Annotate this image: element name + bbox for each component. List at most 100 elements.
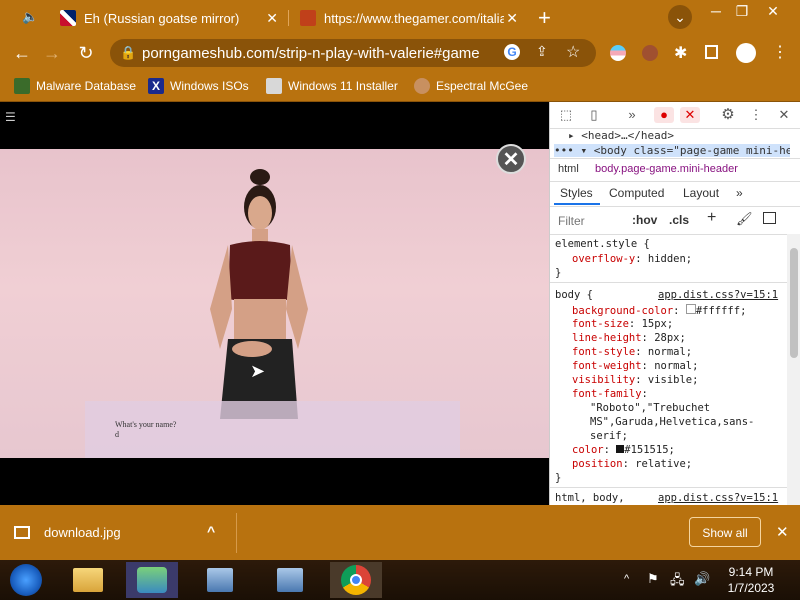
dom-node-head[interactable]: ▸ <head>…</head> [568, 129, 674, 142]
dialog-box[interactable]: What's your name? d [85, 401, 460, 458]
extension-avatar-icon[interactable] [642, 45, 658, 61]
taskbar-app-2[interactable] [126, 562, 178, 598]
style-declaration[interactable]: font-weight: normal; [572, 360, 698, 372]
dialog-answer-input[interactable]: d [115, 430, 119, 439]
new-rule-icon[interactable]: + [707, 209, 716, 227]
taskbar-chrome[interactable] [330, 562, 382, 598]
forward-button[interactable]: → [42, 43, 62, 63]
error-count-icon[interactable]: ● [654, 107, 674, 123]
devtools-close-icon[interactable]: ✕ [776, 107, 792, 123]
cls-toggle[interactable]: .cls [669, 213, 689, 227]
tab-more[interactable]: » [736, 186, 743, 200]
chrome-menu-icon[interactable]: ⋮ [772, 42, 788, 62]
dom-node-body[interactable]: ••• ▾ <body class="page-game mini-hea [554, 144, 790, 157]
color-swatch-icon[interactable] [685, 304, 696, 314]
start-button[interactable] [0, 562, 52, 598]
prop-value: #ffffff; [695, 305, 747, 317]
scrollbar-thumb[interactable] [790, 248, 798, 358]
style-declaration[interactable]: position: relative; [572, 458, 692, 470]
extensions-puzzle-icon[interactable]: ✱ [674, 43, 687, 63]
minimize-button[interactable]: ─ [703, 0, 729, 22]
prop-name: color [572, 444, 604, 456]
game-close-button[interactable]: ✕ [496, 144, 526, 174]
body-source-link[interactable]: app.dist.css?v=15:1 [658, 289, 778, 301]
windows-installer-icon [266, 78, 282, 94]
bookmark-windows-isos[interactable]: X Windows ISOs [148, 77, 249, 95]
more-tabs-icon[interactable]: » [624, 107, 640, 123]
bookmark-malware-database[interactable]: Malware Database [14, 77, 136, 95]
style-declaration[interactable]: font-style: normal; [572, 346, 692, 358]
prop-value: 28px; [654, 332, 686, 344]
tab-1-close-icon[interactable]: ✕ [266, 10, 278, 27]
network-icon[interactable]: 🖧 [670, 571, 685, 593]
new-tab-button[interactable]: + [538, 5, 551, 31]
browser-toolbar: ← → ↻ 🔒 porngameshub.com/strip-n-play-wi… [0, 35, 800, 71]
back-button[interactable]: ← [12, 43, 32, 63]
tray-expand-icon[interactable]: ^ [624, 573, 629, 585]
bookmark-label: Windows 11 Installer [288, 79, 398, 93]
style-declaration[interactable]: background-color: #ffffff; [572, 304, 746, 317]
paint-brush-icon[interactable]: 🖌 [736, 211, 753, 227]
download-bar: download.jpg ^ Show all ✕ [0, 505, 800, 560]
game-canvas[interactable]: ➤ What's your name? d [0, 149, 549, 458]
next-selector: html, body, [555, 492, 625, 504]
styles-filter-input[interactable] [556, 212, 624, 230]
style-declaration[interactable]: visibility: visible; [572, 374, 698, 386]
devtools-menu-icon[interactable]: ⋮ [748, 107, 764, 123]
style-declaration[interactable]: line-height: 28px; [572, 332, 686, 344]
tab-computed[interactable]: Computed [609, 186, 664, 200]
extension-flag-icon[interactable] [610, 45, 626, 61]
reload-button[interactable]: ↻ [76, 43, 96, 63]
settings-gear-icon[interactable]: ⚙ [720, 107, 736, 123]
breadcrumb-body[interactable]: body.page-game.mini-header [595, 163, 738, 175]
close-window-button[interactable]: ✕ [760, 0, 786, 22]
lock-icon[interactable]: 🔒 [120, 45, 136, 61]
hov-toggle[interactable]: :hov [632, 213, 657, 227]
action-center-flag-icon[interactable]: ⚑ [647, 571, 659, 587]
style-declaration[interactable]: color: #151515; [572, 444, 675, 456]
next-source-link[interactable]: app.dist.css?v=15:1 [658, 492, 778, 504]
tab-1[interactable]: Eh (Russian goatse mirror) ✕ [50, 4, 286, 32]
show-all-button[interactable]: Show all [689, 517, 761, 547]
style-declaration[interactable]: overflow-y: hidden; [572, 253, 692, 265]
breadcrumb-html[interactable]: html [558, 163, 579, 175]
tab-styles[interactable]: Styles [560, 186, 593, 200]
style-declaration[interactable]: font-size: 15px; [572, 318, 673, 330]
tab-2-close-icon[interactable]: ✕ [506, 10, 518, 27]
bookmark-label: Malware Database [36, 79, 137, 93]
rule-divider [550, 282, 787, 283]
taskbar-app-3[interactable] [194, 562, 246, 598]
download-bar-close-icon[interactable]: ✕ [776, 523, 789, 541]
address-bar[interactable]: 🔒 porngameshub.com/strip-n-play-with-val… [110, 39, 596, 67]
issues-count-icon[interactable]: ✕ [680, 107, 700, 123]
windows-isos-icon: X [148, 78, 164, 94]
tab-2[interactable]: https://www.thegamer.com/italia ✕ [290, 4, 526, 32]
device-toolbar-icon[interactable]: ▯ [586, 107, 602, 123]
speaker-icon[interactable]: 🔈 [22, 9, 38, 25]
google-icon[interactable]: G [504, 44, 520, 60]
tab-search-button[interactable]: ⌄ [668, 5, 692, 29]
system-clock[interactable]: 9:14 PM 1/7/2023 [718, 564, 784, 596]
download-options-chevron-icon[interactable]: ^ [207, 523, 215, 539]
image-file-icon [14, 525, 30, 539]
hamburger-menu-icon[interactable]: ☰ [5, 110, 16, 124]
taskbar-explorer[interactable] [62, 562, 114, 598]
styles-scrollbar[interactable] [787, 234, 800, 505]
bookmark-windows-11-installer[interactable]: Windows 11 Installer [266, 77, 398, 95]
inspect-element-icon[interactable]: ⬚ [558, 107, 574, 123]
restore-button[interactable]: ❐ [729, 0, 755, 22]
share-icon[interactable]: ⇪ [536, 43, 548, 60]
tab-layout[interactable]: Layout [683, 186, 719, 200]
toggle-sidebar-icon[interactable] [763, 212, 776, 224]
prop-name: line-height [572, 332, 642, 344]
font-family-value: "Roboto","Trebuchet [590, 402, 711, 414]
taskbar-app-4[interactable] [264, 562, 316, 598]
bookmark-star-icon[interactable]: ☆ [566, 42, 580, 62]
side-panel-icon[interactable] [705, 45, 718, 59]
volume-icon[interactable]: 🔊 [694, 571, 710, 587]
bookmark-espectral-mcgee[interactable]: Espectral McGee [414, 77, 528, 95]
prop-name: font-size [572, 318, 629, 330]
profile-avatar-icon[interactable] [736, 43, 756, 63]
download-item[interactable]: download.jpg [14, 519, 121, 545]
style-declaration[interactable]: font-family: [572, 388, 648, 400]
